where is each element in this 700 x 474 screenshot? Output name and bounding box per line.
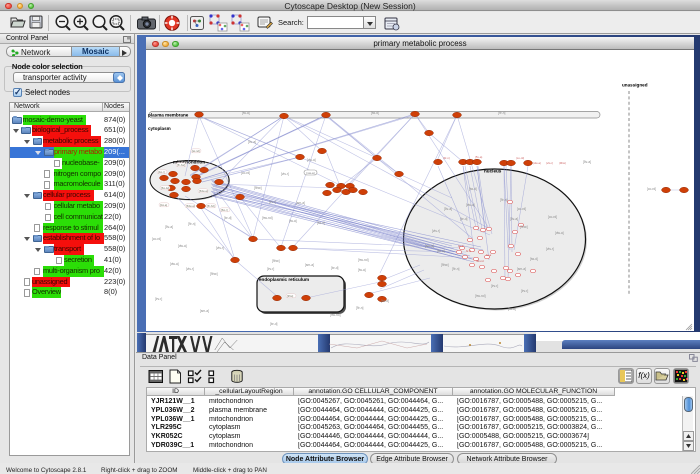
svg-text:[9r-n]: [9r-n]: [498, 111, 506, 115]
svg-text:endoplasmic reticulum: endoplasmic reticulum: [259, 277, 309, 282]
svg-text:[sm-a]: [sm-a]: [425, 244, 434, 248]
svg-text:[9hw]: [9hw]: [254, 186, 262, 190]
svg-text:[9hw]: [9hw]: [272, 259, 280, 263]
svg-text:[lrv-r]: [lrv-r]: [521, 289, 528, 293]
svg-text:[9r-n]: [9r-n]: [500, 198, 508, 202]
svg-text:[5v-a]: [5v-a]: [444, 207, 452, 211]
svg-text:[9r-n]: [9r-n]: [452, 267, 460, 271]
svg-text:[hw-nd]: [hw-nd]: [330, 313, 341, 317]
svg-text:[9r-n]: [9r-n]: [356, 306, 364, 310]
svg-text:unassigned: unassigned: [622, 83, 648, 88]
svg-text:[co-rd]: [co-rd]: [548, 215, 557, 219]
svg-text:[dw-a]: [dw-a]: [170, 262, 179, 266]
svg-text:plasma membrane: plasma membrane: [148, 113, 189, 118]
svg-text:[tw-d]: [tw-d]: [530, 257, 538, 261]
svg-text:[5w-lw]: [5w-lw]: [161, 186, 169, 190]
svg-text:[lw-a]: [lw-a]: [242, 111, 250, 115]
svg-text:[vls-r]: [vls-r]: [216, 246, 224, 250]
svg-text:[5v-a]: [5v-a]: [510, 217, 518, 221]
svg-text:[lrv-r]: [lrv-r]: [269, 200, 276, 204]
svg-text:nucleus: nucleus: [484, 169, 502, 174]
svg-text:[hw-nd]: [hw-nd]: [358, 258, 369, 262]
svg-text:[9hw]: [9hw]: [441, 263, 449, 267]
svg-text:[dw-a]: [dw-a]: [466, 203, 475, 207]
svg-text:[5dw-a]: [5dw-a]: [199, 189, 208, 193]
svg-text:[5dw-a]: [5dw-a]: [186, 204, 195, 208]
svg-text:[sw-a]: [sw-a]: [307, 171, 315, 175]
svg-text:[dw-a]: [dw-a]: [555, 231, 564, 235]
svg-text:[vls-r]: [vls-r]: [432, 229, 440, 233]
svg-text:[vls-r]: [vls-r]: [186, 267, 194, 271]
svg-text:[5w-r]: [5w-r]: [221, 208, 228, 212]
svg-text:[hw-nd]: [hw-nd]: [475, 294, 486, 298]
svg-text:[lrv-r]: [lrv-r]: [267, 267, 274, 271]
svg-text:cytoplasm: cytoplasm: [148, 126, 171, 131]
svg-text:[vls-r]: [vls-r]: [281, 172, 289, 176]
svg-text:br-d: br-d: [466, 249, 471, 253]
svg-text:(5v-a): (5v-a): [475, 155, 482, 159]
svg-text:[5r-hw]: [5r-hw]: [177, 163, 185, 167]
svg-text:[9hw]: [9hw]: [520, 225, 528, 229]
svg-text:(vls-r): (vls-r): [546, 161, 553, 165]
svg-text:[sm-a]: [sm-a]: [517, 267, 526, 271]
svg-text:[tw-d]: [tw-d]: [317, 221, 325, 225]
svg-text:[lw-a]: [lw-a]: [437, 249, 445, 253]
svg-text:[9hw]: [9hw]: [287, 294, 293, 298]
svg-text:[tw-d]: [tw-d]: [381, 299, 389, 303]
svg-text:(9hw): (9hw): [559, 161, 566, 165]
svg-text:[br-d]: [br-d]: [331, 266, 339, 270]
svg-text:(dw-a): (dw-a): [533, 161, 541, 165]
svg-text:(co-rd): (co-rd): [516, 156, 524, 160]
svg-text:[co-rd]: [co-rd]: [152, 237, 161, 241]
svg-text:[5v-a]: [5v-a]: [583, 160, 591, 164]
svg-text:[tw-d]: [tw-d]: [469, 187, 477, 191]
svg-text:[sm-a]: [sm-a]: [296, 201, 305, 205]
svg-text:[tw-d]: [tw-d]: [371, 111, 379, 115]
svg-text:[9r-n]: [9r-n]: [188, 222, 196, 226]
svg-text:[dw-a]: [dw-a]: [178, 244, 187, 248]
svg-text:[5v-a]: [5v-a]: [165, 225, 173, 229]
svg-text:tw-d: tw-d: [458, 244, 464, 248]
svg-text:[sm-a]: [sm-a]: [200, 309, 209, 313]
svg-text:[lrv-r]: [lrv-r]: [491, 284, 498, 288]
svg-text:[lw-a]: [lw-a]: [508, 307, 516, 311]
svg-text:[co-rd]: [co-rd]: [241, 171, 250, 175]
svg-text:[br-d]: [br-d]: [460, 217, 468, 221]
svg-text:[5v-a]: [5v-a]: [248, 140, 256, 144]
svg-text:[br-d]: [br-d]: [270, 322, 278, 326]
svg-text:(9r-n): (9r-n): [443, 156, 450, 160]
svg-text:[lw-nd]: [lw-nd]: [192, 149, 200, 153]
svg-text:[br-d]: [br-d]: [224, 216, 232, 220]
svg-text:[vls-r]: [vls-r]: [546, 247, 554, 251]
svg-text:[lw-a]: [lw-a]: [289, 219, 297, 223]
svg-text:[co-rd]: [co-rd]: [647, 187, 656, 191]
svg-text:[lrv-r]: [lrv-r]: [155, 297, 162, 301]
svg-text:[hw-nd]: [hw-nd]: [262, 216, 273, 220]
svg-text:[co-rd]: [co-rd]: [517, 207, 526, 211]
svg-text:[9hw]: [9hw]: [210, 272, 218, 276]
svg-text:[lrw-a]: [lrw-a]: [160, 203, 167, 207]
svg-text:[4w-r]: [4w-r]: [158, 170, 165, 174]
svg-text:[5r-hd]: [5r-hd]: [207, 204, 215, 208]
svg-text:hw-nd: hw-nd: [476, 259, 484, 263]
svg-text:[dw-a]: [dw-a]: [307, 158, 316, 162]
svg-text:lw-a: lw-a: [486, 253, 492, 257]
svg-text:[sm-a]: [sm-a]: [305, 263, 314, 267]
svg-text:[lw-a]: [lw-a]: [358, 268, 366, 272]
